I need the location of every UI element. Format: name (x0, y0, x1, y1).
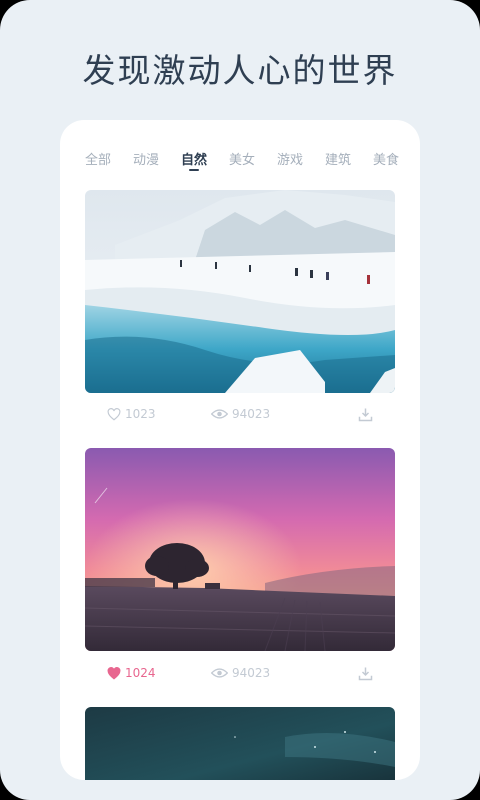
tab-beauty[interactable]: 美女 (229, 149, 255, 168)
like-button[interactable]: 1023 (107, 402, 156, 426)
like-button[interactable]: 1024 (107, 661, 156, 685)
views-indicator: 94023 (211, 661, 270, 685)
eye-icon (211, 668, 228, 678)
view-count: 94023 (232, 666, 271, 680)
tab-all[interactable]: 全部 (85, 149, 111, 168)
heart-icon (107, 666, 121, 679)
photo-night-sky[interactable] (85, 707, 395, 780)
photo-glacier-actions: 1023 94023 (85, 402, 395, 426)
app-screen: 发现激动人心的世界 全部 动漫 自然 美女 游戏 建筑 美食 1023 9402… (0, 0, 480, 800)
like-count: 1024 (125, 666, 156, 680)
night-sky-image (85, 707, 395, 780)
like-count: 1023 (125, 407, 156, 421)
eye-icon (211, 409, 228, 419)
page-headline: 发现激动人心的世界 (82, 51, 398, 90)
category-tabs: 全部 动漫 自然 美女 游戏 建筑 美食 (60, 149, 420, 179)
heart-icon (107, 407, 121, 420)
download-icon (358, 408, 373, 421)
download-icon (358, 667, 373, 680)
gallery-card: 全部 动漫 自然 美女 游戏 建筑 美食 1023 94023 1024 940… (60, 120, 420, 780)
tab-games[interactable]: 游戏 (277, 149, 303, 168)
download-button[interactable] (358, 402, 373, 426)
tab-food[interactable]: 美食 (373, 149, 399, 168)
sunset-image (85, 448, 395, 651)
tab-nature[interactable]: 自然 (181, 149, 207, 171)
download-button[interactable] (358, 661, 373, 685)
photo-glacier[interactable] (85, 190, 395, 393)
tab-architecture[interactable]: 建筑 (325, 149, 351, 168)
views-indicator: 94023 (211, 402, 270, 426)
glacier-image (85, 190, 395, 393)
photo-sunset[interactable] (85, 448, 395, 651)
tab-anime[interactable]: 动漫 (133, 149, 159, 168)
view-count: 94023 (232, 407, 271, 421)
photo-sunset-actions: 1024 94023 (85, 661, 395, 685)
